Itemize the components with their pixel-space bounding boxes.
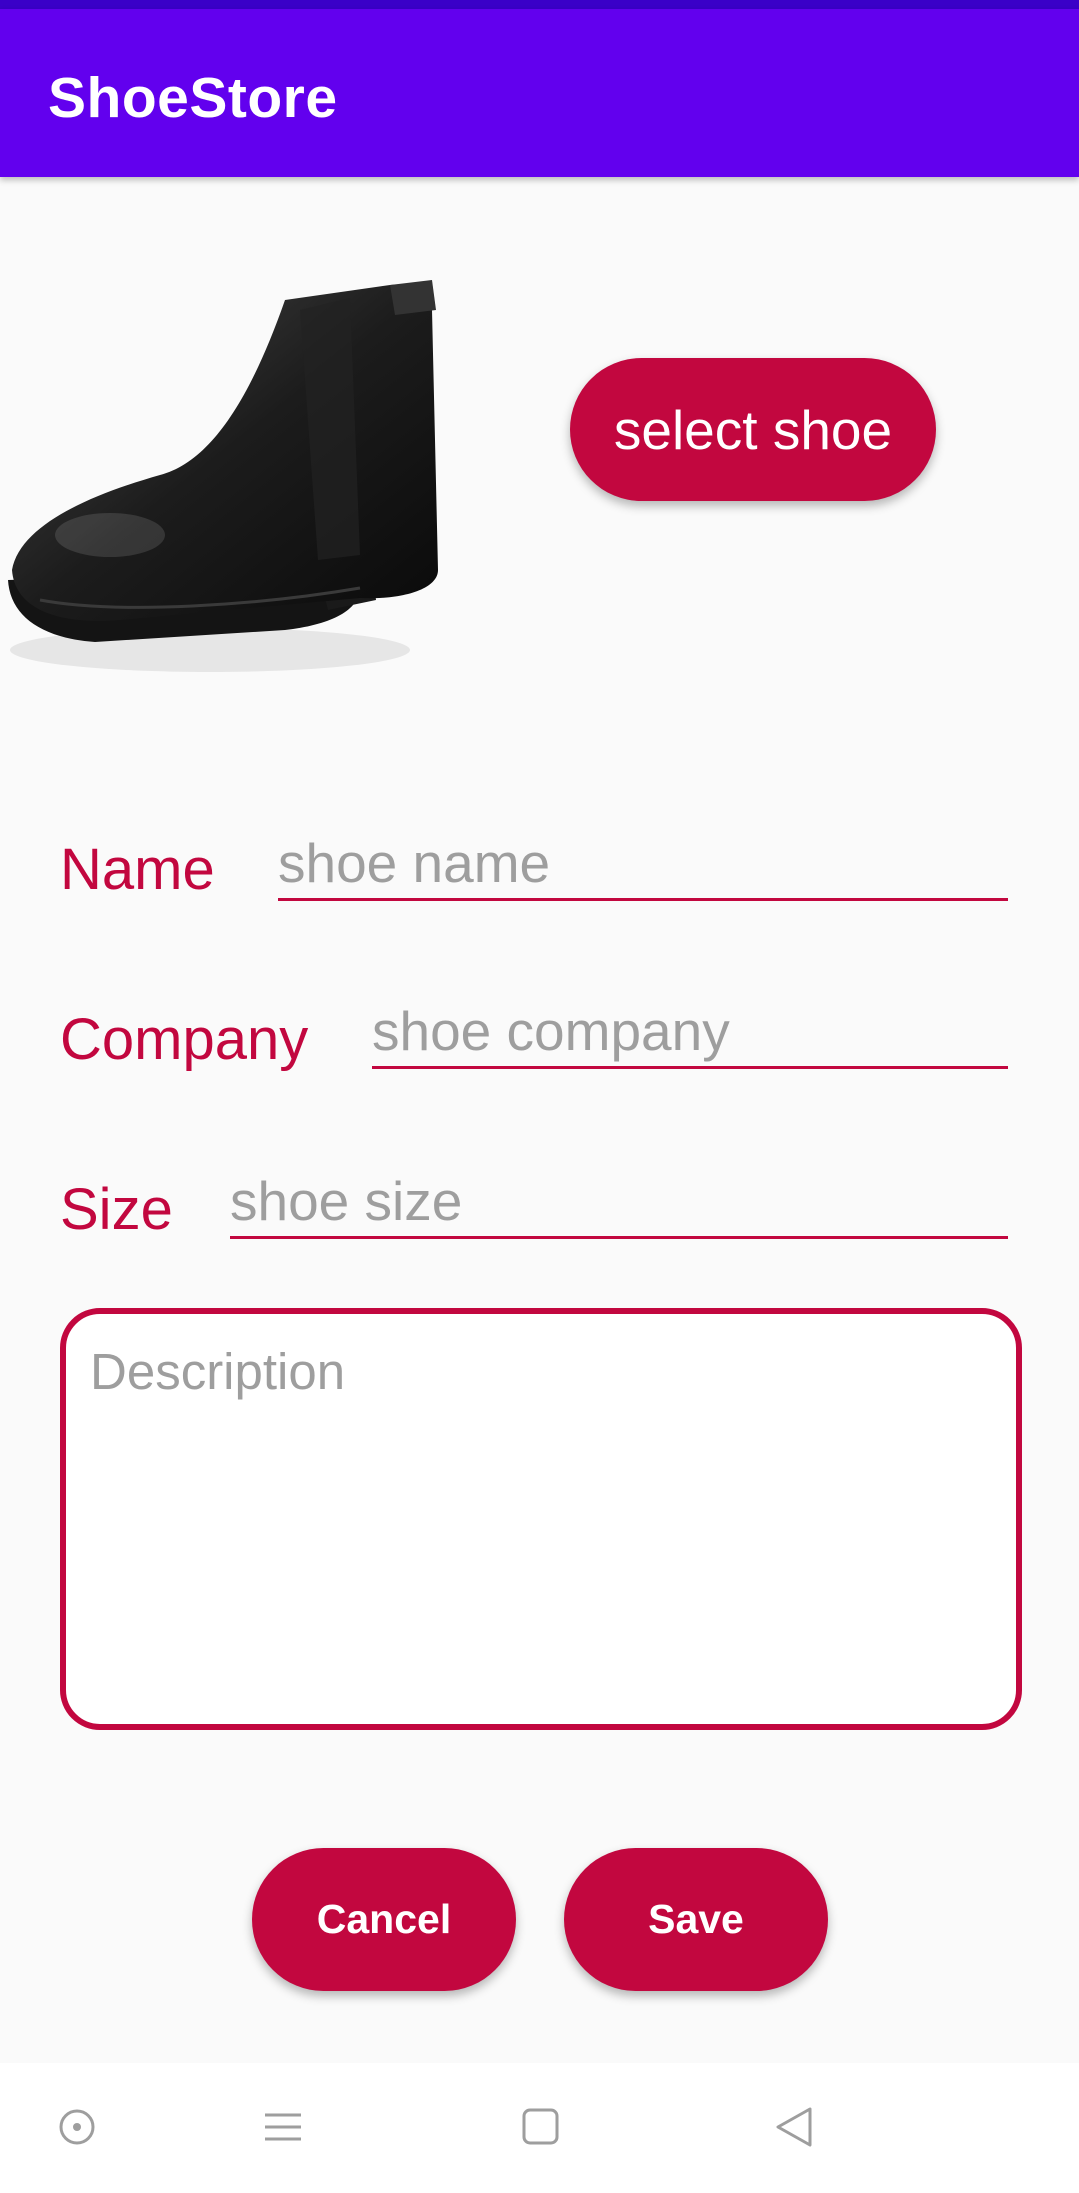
- description-placeholder: Description: [90, 1343, 346, 1400]
- home-square-icon[interactable]: [505, 2097, 575, 2157]
- select-shoe-button[interactable]: select shoe: [570, 358, 936, 501]
- name-input[interactable]: shoe name: [278, 828, 1008, 901]
- back-triangle-icon[interactable]: [760, 2097, 830, 2157]
- size-label: Size: [60, 1177, 173, 1242]
- name-label: Name: [60, 837, 215, 902]
- app-bar: ShoeStore: [0, 9, 1079, 177]
- cancel-button[interactable]: Cancel: [252, 1848, 516, 1991]
- menu-icon[interactable]: [248, 2097, 318, 2157]
- save-button[interactable]: Save: [564, 1848, 828, 1991]
- app-title: ShoeStore: [48, 66, 338, 130]
- company-input[interactable]: shoe company: [372, 996, 1008, 1069]
- record-icon[interactable]: [42, 2097, 112, 2157]
- shoe-image: [8, 280, 438, 672]
- company-label: Company: [60, 1007, 309, 1072]
- description-input[interactable]: Description: [60, 1308, 1022, 1730]
- size-input[interactable]: shoe size: [230, 1166, 1008, 1239]
- status-bar: [0, 0, 1079, 9]
- system-nav-bar: [0, 2063, 1079, 2193]
